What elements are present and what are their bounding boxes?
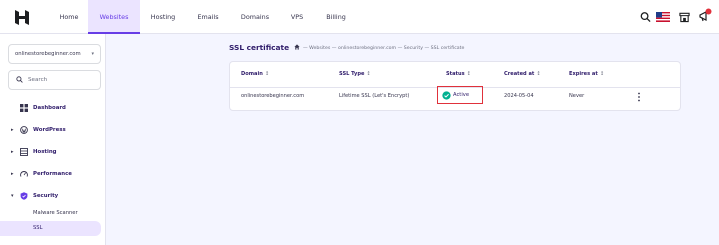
cell-ssl-type: Lifetime SSL (Let's Encrypt) — [339, 93, 410, 99]
nav-emails[interactable]: Emails — [193, 0, 223, 34]
sidebar-item-label: Performance — [33, 171, 72, 177]
sidebar-subitem-malware-scanner[interactable]: Malware Scanner — [0, 206, 101, 221]
website-selector-value: onlinestorebeginner.com — [15, 51, 81, 57]
wordpress-icon — [20, 126, 28, 134]
sort-icon: ↕ — [264, 71, 270, 77]
cell-created-at: 2024-05-04 — [504, 93, 534, 99]
sidebar-item-label: Dashboard — [33, 105, 66, 111]
column-header-label: Expires at — [569, 71, 598, 77]
column-header-ssl-type[interactable]: SSL Type ↕ — [339, 71, 371, 77]
column-header-created-at[interactable]: Created at ↕ — [504, 71, 541, 77]
column-header-label: Created at — [504, 71, 535, 77]
column-header-status[interactable]: Status ↕ — [446, 71, 471, 77]
breadcrumb-path[interactable]: — Websites — onlinestorebeginner.com — S… — [303, 46, 464, 51]
status-badge: Active — [442, 91, 469, 100]
cell-expires-at: Never — [569, 93, 585, 99]
nav-domains[interactable]: Domains — [236, 0, 274, 34]
chevron-right-icon: ▸ — [11, 127, 14, 133]
nav-billing[interactable]: Billing — [322, 0, 350, 34]
sort-icon: ↕ — [466, 71, 471, 77]
nav-hosting[interactable]: Hosting — [146, 0, 180, 34]
sort-icon: ↕ — [536, 71, 541, 77]
column-header-expires-at[interactable]: Expires at ↕ — [569, 71, 604, 77]
sidebar-item-wordpress[interactable]: ▸ WordPress — [0, 121, 105, 139]
sidebar-item-dashboard[interactable]: Dashboard — [0, 99, 105, 117]
sidebar-item-label: Hosting — [33, 149, 57, 155]
sidebar-item-performance[interactable]: ▸ Performance — [0, 165, 105, 183]
search-icon — [16, 76, 23, 83]
nav-home[interactable]: Home — [50, 0, 88, 34]
breadcrumb: — Websites — onlinestorebeginner.com — S… — [294, 44, 464, 51]
home-icon[interactable] — [294, 44, 300, 50]
more-options-icon[interactable] — [635, 92, 643, 102]
status-highlight-box: Active — [437, 86, 483, 104]
column-header-label: SSL Type — [339, 71, 365, 77]
column-header-label: Domain — [241, 71, 263, 77]
sidebar-item-security[interactable]: ▾ Security — [0, 187, 105, 205]
check-circle-icon — [442, 91, 451, 100]
store-icon[interactable] — [679, 11, 690, 23]
megaphone-icon[interactable] — [699, 8, 712, 23]
top-navigation-bar: Home Websites Hosting Emails Domains VPS… — [0, 0, 719, 34]
chevron-down-icon: ▾ — [91, 51, 94, 57]
nav-websites[interactable]: Websites — [88, 0, 140, 34]
dashboard-icon — [20, 104, 28, 112]
ssl-certificate-table: Domain ↕ SSL Type ↕ Status ↕ Created at ↕ Ex… — [229, 61, 681, 111]
sidebar-item-hosting[interactable]: ▸ Hosting — [0, 143, 105, 161]
column-header-domain[interactable]: Domain ↕ — [241, 71, 269, 77]
sidebar: onlinestorebeginner.com ▾ Search Dashboa… — [0, 34, 106, 245]
sort-icon: ↕ — [366, 71, 371, 77]
cell-domain: onlinestorebeginner.com — [241, 93, 305, 99]
sidebar-subitem-ssl[interactable]: SSL — [0, 221, 101, 236]
hostinger-logo[interactable] — [14, 10, 30, 25]
chevron-right-icon: ▸ — [11, 149, 14, 155]
column-header-label: Status — [446, 71, 465, 77]
shield-icon — [20, 192, 28, 200]
sidebar-item-label: Security — [33, 193, 59, 199]
sidebar-search-input[interactable]: Search — [8, 70, 101, 90]
search-placeholder: Search — [28, 77, 48, 83]
us-flag-icon[interactable] — [656, 12, 670, 22]
performance-icon — [20, 171, 28, 177]
nav-vps[interactable]: VPS — [287, 0, 307, 34]
page-title: SSL certificate — [229, 43, 290, 52]
status-text: Active — [453, 92, 470, 98]
chevron-right-icon: ▸ — [11, 171, 14, 177]
sort-icon: ↕ — [599, 71, 605, 77]
sidebar-item-label: WordPress — [33, 127, 66, 133]
search-icon[interactable] — [640, 11, 651, 23]
chevron-down-icon: ▾ — [11, 193, 14, 199]
website-selector[interactable]: onlinestorebeginner.com ▾ — [8, 44, 101, 64]
hosting-icon — [20, 148, 28, 156]
